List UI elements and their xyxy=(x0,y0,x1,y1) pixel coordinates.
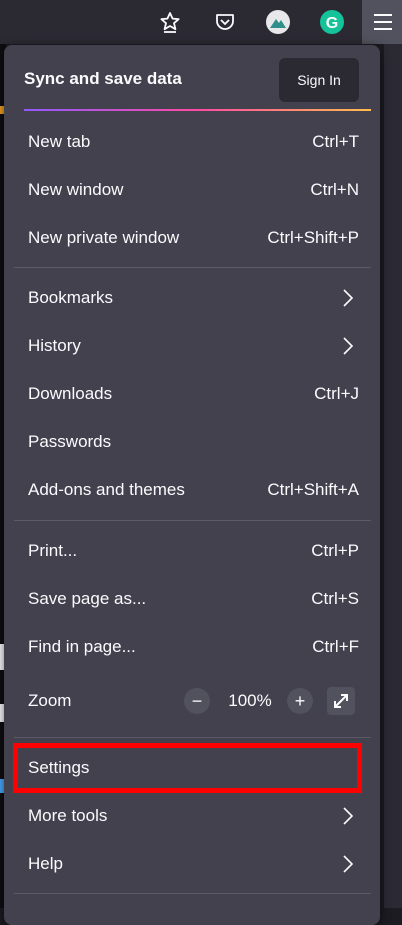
menu-item-help[interactable]: Help xyxy=(14,842,371,886)
menu-separator xyxy=(14,737,371,738)
zoom-row: Zoom − 100% + xyxy=(14,679,371,723)
menu-item-label: More tools xyxy=(28,806,108,825)
menu-item-downloads[interactable]: Downloads Ctrl+J xyxy=(14,372,371,416)
browser-toolbar: G xyxy=(0,0,402,44)
chevron-right-icon xyxy=(343,289,354,307)
menu-item-find-in-page[interactable]: Find in page... Ctrl+F xyxy=(14,625,371,669)
vpn-icon[interactable] xyxy=(263,7,293,37)
menu-item-shortcut: Ctrl+T xyxy=(312,132,359,151)
menu-item-label: Passwords xyxy=(28,432,112,451)
menu-item-shortcut: Ctrl+Shift+A xyxy=(267,480,359,499)
menu-item-label: Bookmarks xyxy=(28,288,114,307)
menu-item-label: New tab xyxy=(28,132,91,151)
menu-item-label: Print... xyxy=(28,541,78,560)
sign-in-button[interactable]: Sign In xyxy=(279,58,359,102)
chevron-right-icon xyxy=(343,807,354,825)
menu-item-label: Save page as... xyxy=(28,589,147,608)
menu-item-label: Find in page... xyxy=(28,637,136,656)
menu-separator xyxy=(14,520,371,521)
pocket-icon[interactable] xyxy=(210,7,240,37)
menu-item-history[interactable]: History xyxy=(14,324,371,368)
zoom-value: 100% xyxy=(228,691,272,710)
menu-item-shortcut: Ctrl+P xyxy=(311,541,359,560)
menu-item-shortcut: Ctrl+F xyxy=(312,637,359,656)
menu-item-label: New private window xyxy=(28,228,180,247)
grammarly-letter: G xyxy=(326,15,338,32)
zoom-reset-button[interactable]: 100% xyxy=(226,691,274,711)
hamburger-menu-button[interactable] xyxy=(362,0,402,44)
menu-item-passwords[interactable]: Passwords xyxy=(14,420,371,464)
menu-item-new-window[interactable]: New window Ctrl+N xyxy=(14,168,371,212)
fullscreen-icon xyxy=(334,694,348,708)
menu-item-new-private-window[interactable]: New private window Ctrl+Shift+P xyxy=(14,216,371,260)
chevron-right-icon xyxy=(343,855,354,873)
hamburger-menu-icon xyxy=(374,14,392,30)
menu-item-bookmarks[interactable]: Bookmarks xyxy=(14,276,371,320)
menu-item-label: Add-ons and themes xyxy=(28,480,185,499)
chevron-right-icon xyxy=(343,337,354,355)
menu-item-label: Help xyxy=(28,854,63,873)
menu-item-shortcut: Ctrl+N xyxy=(310,180,359,199)
menu-item-shortcut: Ctrl+Shift+P xyxy=(267,228,359,247)
zoom-in-icon: + xyxy=(287,688,313,714)
menu-item-label: Downloads xyxy=(28,384,113,403)
browser-edge xyxy=(384,44,402,908)
menu-item-more-tools[interactable]: More tools xyxy=(14,794,371,838)
menu-item-label: New window xyxy=(28,180,124,199)
menu-item-save-page-as[interactable]: Save page as... Ctrl+S xyxy=(14,577,371,621)
menu-item-print[interactable]: Print... Ctrl+P xyxy=(14,529,371,573)
menu-item-label: History xyxy=(28,336,81,355)
sync-title: Sync and save data xyxy=(24,69,182,88)
zoom-out-icon: − xyxy=(184,688,210,714)
menu-item-new-tab[interactable]: New tab Ctrl+T xyxy=(14,120,371,164)
fullscreen-button[interactable] xyxy=(327,687,355,715)
zoom-label: Zoom xyxy=(28,691,72,710)
menu-separator xyxy=(14,893,371,894)
bookmark-star-icon[interactable] xyxy=(155,7,185,37)
menu-separator xyxy=(14,267,371,268)
sync-header: Sync and save data Sign In xyxy=(24,58,360,102)
accent-divider xyxy=(24,109,371,111)
menu-item-shortcut: Ctrl+S xyxy=(311,589,359,608)
settings-highlight-box xyxy=(13,743,362,793)
menu-item-shortcut: Ctrl+J xyxy=(314,384,359,403)
zoom-in-button[interactable]: + xyxy=(287,688,313,714)
grammarly-icon[interactable]: G xyxy=(317,7,347,37)
menu-item-addons-and-themes[interactable]: Add-ons and themes Ctrl+Shift+A xyxy=(14,468,371,512)
zoom-out-button[interactable]: − xyxy=(184,688,210,714)
